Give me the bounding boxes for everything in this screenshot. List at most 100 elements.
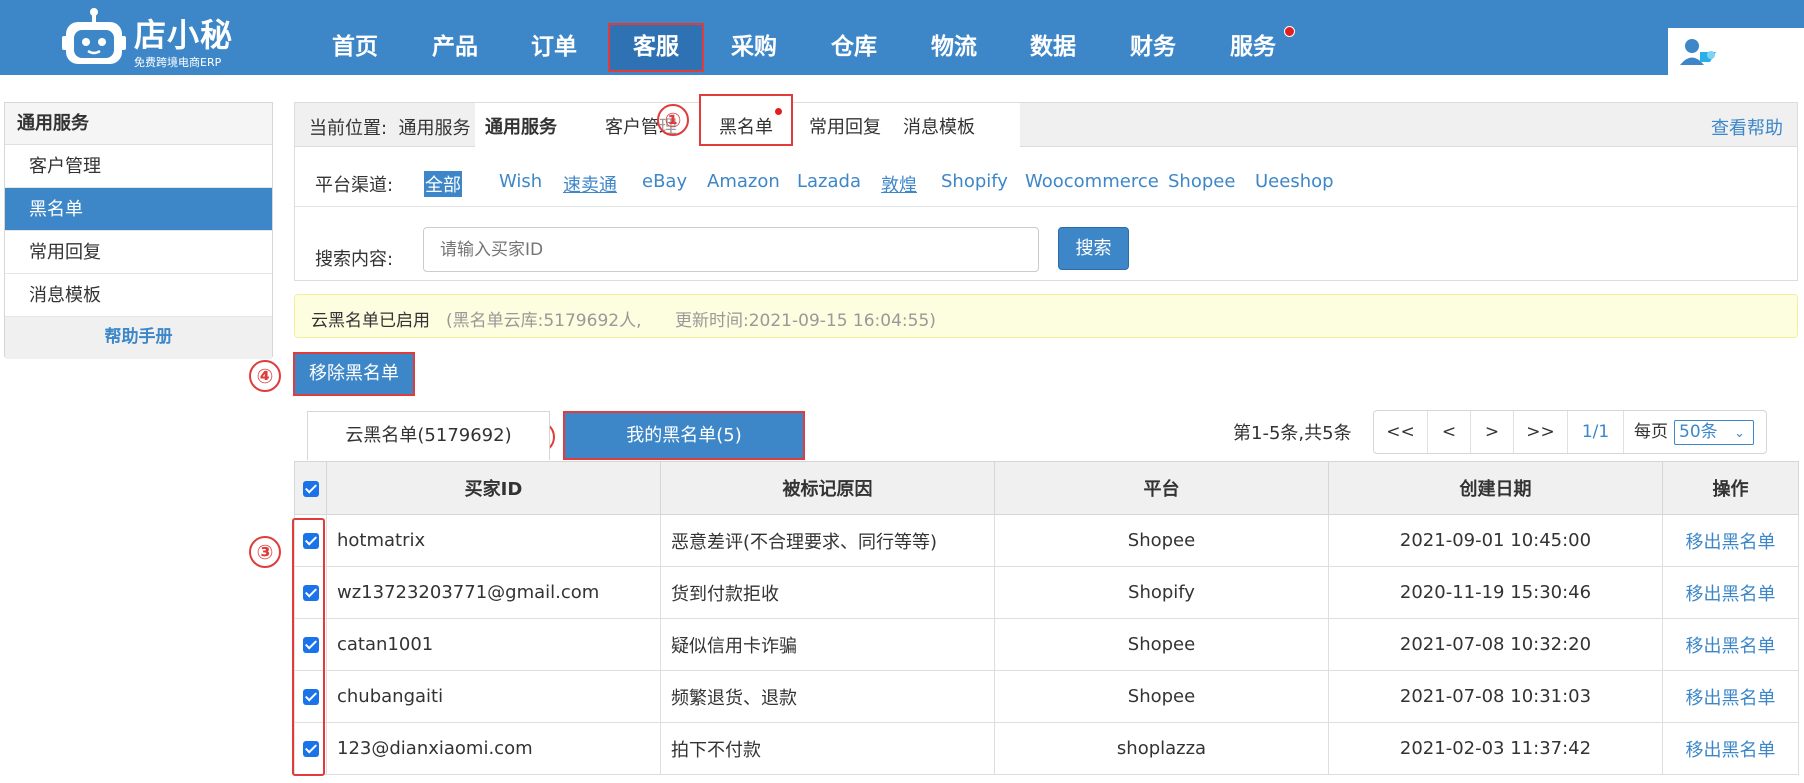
col-buyer-id: 买家ID	[326, 461, 661, 515]
platform-ebay[interactable]: eBay	[642, 171, 687, 192]
service-submenu-popup: 通用服务 客户管理 黑名单 常用回复 消息模板	[475, 94, 1020, 148]
sidebar-item-quick-replies[interactable]: 常用回复	[5, 231, 272, 274]
user-icon	[1680, 39, 1716, 65]
breadcrumb: 当前位置: 通用服务 > 通用服务 客户管理 黑名单 常用回复 消息模板 查看帮…	[294, 94, 1798, 148]
red-dot-icon	[775, 108, 782, 115]
col-reason: 被标记原因	[660, 461, 995, 515]
platform-ueeshop[interactable]: Ueeshop	[1255, 171, 1334, 192]
cloud-blacklist-notice: 云黑名单已启用 (黑名单云库:5179692人, 更新时间:2021-09-15…	[294, 294, 1798, 338]
sidebar-item-blacklist[interactable]: 黑名单	[5, 188, 272, 231]
platform-shopify[interactable]: Shopify	[941, 171, 1008, 192]
per-page-select[interactable]: 50条 ⌄	[1674, 420, 1754, 445]
nav-logistics[interactable]: 物流	[911, 22, 997, 72]
table-row: wz13723203771@gmail.com 货到付款拒收 Shopify 2…	[294, 566, 1799, 619]
col-created-date: 创建日期	[1328, 461, 1663, 515]
nav-warehouse[interactable]: 仓库	[811, 22, 897, 72]
cell-platform: Shopee	[994, 514, 1329, 567]
platform-woocommerce[interactable]: Woocommerce	[1025, 171, 1159, 192]
chevron-down-icon: ⌄	[1734, 426, 1745, 441]
nav-purchasing[interactable]: 采购	[711, 22, 797, 72]
help-manual-link[interactable]: 帮助手册	[5, 317, 272, 359]
robot-logo-icon	[62, 8, 126, 64]
search-button[interactable]: 搜索	[1058, 227, 1129, 270]
nav-home[interactable]: 首页	[312, 22, 398, 72]
remove-from-blacklist-button[interactable]: 移除黑名单	[293, 352, 415, 396]
remove-row-link[interactable]: 移出黑名单	[1662, 722, 1799, 775]
cell-reason: 恶意差评(不合理要求、同行等等)	[660, 514, 995, 567]
notification-dot	[1284, 26, 1295, 37]
per-page-label: 每页	[1634, 422, 1668, 442]
nav-finance[interactable]: 财务	[1110, 22, 1196, 72]
filter-divider	[295, 206, 1797, 207]
cell-platform: Shopee	[994, 618, 1329, 671]
platform-aliexpress[interactable]: 速卖通	[563, 171, 617, 197]
cell-reason: 货到付款拒收	[660, 566, 995, 619]
search-input[interactable]	[423, 227, 1039, 272]
platform-dhgate[interactable]: 敦煌	[881, 171, 917, 197]
cell-buyer-id: catan1001	[326, 618, 661, 671]
blacklist-table: 买家ID 被标记原因 平台 创建日期 操作 hotmatrix 恶意差评(不合理…	[294, 461, 1799, 775]
logo-slogan: 免费跨境电商ERP	[134, 56, 222, 69]
remove-row-link[interactable]: 移出黑名单	[1662, 618, 1799, 671]
notice-main: 云黑名单已启用	[311, 311, 430, 331]
cell-platform: Shopee	[994, 670, 1329, 723]
annotation-3: ③	[249, 536, 281, 568]
page-prev-button[interactable]: <	[1428, 411, 1471, 453]
tab-cloud-blacklist[interactable]: 云黑名单(5179692)	[307, 411, 550, 460]
select-all-checkbox[interactable]	[294, 461, 327, 515]
submenu-message-templates[interactable]: 消息模板	[903, 113, 975, 139]
filter-panel: 平台渠道: 全部 Wish 速卖通 eBay Amazon Lazada 敦煌 …	[294, 147, 1798, 281]
page-indicator[interactable]: 1/1	[1568, 411, 1624, 453]
cell-buyer-id: wz13723203771@gmail.com	[326, 566, 661, 619]
search-label: 搜索内容:	[315, 249, 394, 270]
nav-data[interactable]: 数据	[1010, 22, 1096, 72]
cell-date: 2021-07-08 10:32:20	[1328, 618, 1663, 671]
cell-reason: 疑似信用卡诈骗	[660, 618, 995, 671]
checkbox-highlight-box	[292, 518, 325, 776]
page-first-button[interactable]: <<	[1374, 411, 1428, 453]
page-last-button[interactable]: >>	[1514, 411, 1568, 453]
remove-row-link[interactable]: 移出黑名单	[1662, 514, 1799, 567]
table-row: hotmatrix 恶意差评(不合理要求、同行等等) Shopee 2021-0…	[294, 514, 1799, 567]
platform-label: 平台渠道:	[315, 175, 394, 196]
cell-buyer-id: 123@dianxiaomi.com	[326, 722, 661, 775]
platform-amazon[interactable]: Amazon	[707, 171, 780, 192]
tab-my-blacklist[interactable]: 我的黑名单(5)	[563, 411, 805, 460]
cell-buyer-id: chubangaiti	[326, 670, 661, 723]
cell-date: 2021-02-03 11:37:42	[1328, 722, 1663, 775]
col-platform: 平台	[994, 461, 1329, 515]
sidebar-title: 通用服务	[5, 103, 272, 145]
cell-reason: 频繁退货、退款	[660, 670, 995, 723]
submenu-blacklist[interactable]: 黑名单	[699, 94, 793, 146]
platform-all[interactable]: 全部	[424, 171, 462, 197]
table-row: catan1001 疑似信用卡诈骗 Shopee 2021-07-08 10:3…	[294, 618, 1799, 671]
page-next-button[interactable]: >	[1471, 411, 1514, 453]
col-actions: 操作	[1662, 461, 1799, 515]
platform-lazada[interactable]: Lazada	[797, 171, 861, 192]
pagination-info: 第1-5条,共5条	[1233, 423, 1352, 444]
sidebar-item-message-templates[interactable]: 消息模板	[5, 274, 272, 317]
submenu-title: 通用服务	[485, 117, 557, 138]
remove-row-link[interactable]: 移出黑名单	[1662, 670, 1799, 723]
cell-platform: shoplazza	[994, 722, 1329, 775]
nav-products[interactable]: 产品	[412, 22, 498, 72]
nav-customer-service[interactable]: 客服	[608, 23, 704, 72]
platform-wish[interactable]: Wish	[499, 171, 542, 192]
submenu-quick-replies[interactable]: 常用回复	[809, 113, 881, 139]
pagination: << < > >> 1/1 每页 50条 ⌄	[1373, 410, 1767, 454]
sidebar-item-customers[interactable]: 客户管理	[5, 145, 272, 188]
user-menu[interactable]	[1668, 28, 1804, 75]
platform-shopee[interactable]: Shopee	[1168, 171, 1235, 192]
top-nav-bar: 店小秘 免费跨境电商ERP 首页 产品 订单 客服 采购 仓库 物流 数据 财务…	[0, 0, 1804, 75]
table-header-row: 买家ID 被标记原因 平台 创建日期 操作	[294, 461, 1799, 515]
view-help-link[interactable]: 查看帮助	[1711, 114, 1783, 140]
annotation-1: ①	[657, 104, 689, 136]
cell-date: 2021-07-08 10:31:03	[1328, 670, 1663, 723]
remove-row-link[interactable]: 移出黑名单	[1662, 566, 1799, 619]
logo[interactable]: 店小秘 免费跨境电商ERP	[62, 6, 262, 69]
cell-date: 2020-11-19 15:30:46	[1328, 566, 1663, 619]
nav-orders[interactable]: 订单	[511, 22, 597, 72]
cell-platform: Shopify	[994, 566, 1329, 619]
notice-count: (黑名单云库:5179692人,	[446, 311, 642, 331]
logo-name: 店小秘	[134, 16, 234, 54]
